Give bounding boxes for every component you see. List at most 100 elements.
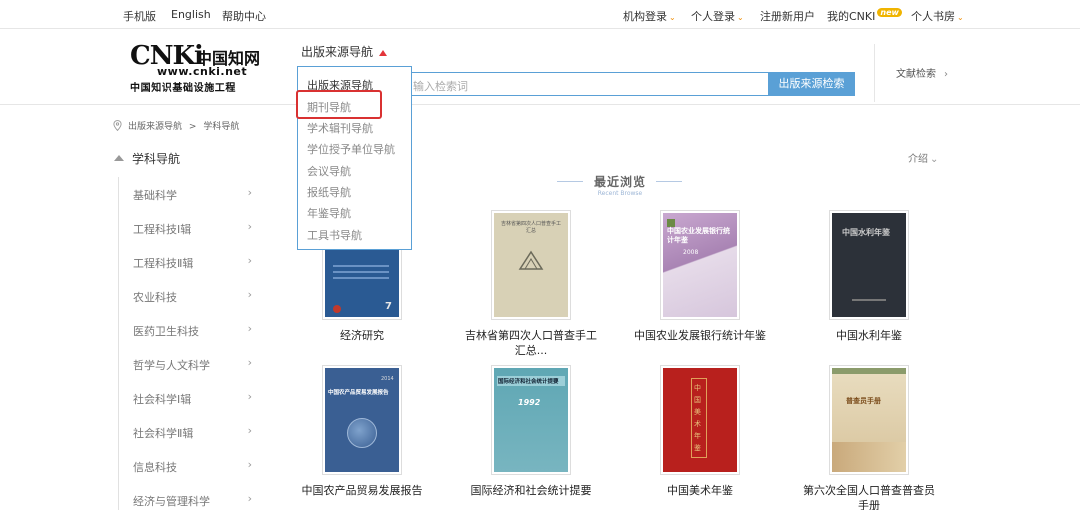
cover-text: 中国农产品贸易发展报告 bbox=[328, 390, 389, 396]
sidebar-item-humanities[interactable]: 哲学与人文科学 › bbox=[133, 356, 258, 373]
chevron-down-icon: ⌄ bbox=[930, 154, 939, 165]
book-title[interactable]: 国际经济和社会统计提要 bbox=[461, 483, 601, 498]
book-cover[interactable]: 2014 中国农产品贸易发展报告 bbox=[322, 365, 402, 475]
cover-text: 吉林省第四次人口普查手工汇总 bbox=[500, 221, 561, 234]
search-button[interactable]: 出版来源检索 bbox=[768, 72, 855, 96]
book-title[interactable]: 中国农产品贸易发展报告 bbox=[292, 483, 432, 498]
source-nav-label: 出版来源导航 bbox=[301, 45, 374, 59]
chevron-right-icon: › bbox=[247, 254, 252, 267]
sidebar-item-social-1[interactable]: 社会科学Ⅰ辑 › bbox=[133, 390, 258, 407]
book-title[interactable]: 中国水利年鉴 bbox=[799, 328, 939, 343]
sidebar-item-label: 工程科技Ⅰ辑 bbox=[133, 223, 192, 236]
book-title[interactable]: 吉林省第四次人口普查手工汇总... bbox=[461, 328, 601, 358]
dropdown-item-yearbook[interactable]: 年鉴导航 bbox=[307, 205, 351, 221]
sidebar-item-label: 基础科学 bbox=[133, 189, 177, 202]
dropdown-item-newspaper[interactable]: 报纸导航 bbox=[307, 184, 351, 200]
help-link[interactable]: 帮助中心 bbox=[222, 8, 266, 24]
cover-text: 普查员手册 bbox=[846, 397, 881, 405]
sidebar-item-label: 哲学与人文科学 bbox=[133, 359, 210, 372]
cover-year: 2008 bbox=[683, 249, 699, 256]
sidebar-item-economics[interactable]: 经济与管理科学 › bbox=[133, 492, 258, 509]
cover-year: 2014 bbox=[381, 376, 394, 382]
dropdown-item-reference[interactable]: 工具书导航 bbox=[307, 227, 362, 243]
dropdown-item-degree[interactable]: 学位授予单位导航 bbox=[307, 141, 395, 157]
chevron-down-icon: ⌄ bbox=[669, 13, 676, 22]
book-title[interactable]: 中国美术年鉴 bbox=[630, 483, 770, 498]
mobile-link[interactable]: 手机版 bbox=[123, 8, 156, 24]
title-line-right bbox=[656, 181, 682, 182]
study-menu[interactable]: 个人书房 ⌄ bbox=[911, 8, 964, 24]
sidebar-item-basic-science[interactable]: 基础科学 › bbox=[133, 186, 258, 203]
my-cnki-label: 我的CNKI bbox=[827, 10, 876, 23]
book-title[interactable]: 中国农业发展银行统计年鉴 bbox=[630, 328, 770, 343]
sidebar-item-engineering-1[interactable]: 工程科技Ⅰ辑 › bbox=[133, 220, 258, 237]
sidebar-item-information[interactable]: 信息科技 › bbox=[133, 458, 258, 475]
chevron-right-icon: › bbox=[247, 186, 252, 199]
sidebar-item-label: 医药卫生科技 bbox=[133, 325, 199, 338]
recent-title: 最近浏览 bbox=[593, 175, 646, 189]
cover-art: 2014 中国农产品贸易发展报告 bbox=[325, 368, 399, 472]
caret-up-icon bbox=[379, 49, 388, 56]
cover-year: 1992 bbox=[518, 398, 541, 407]
breadcrumb-current: 学科导航 bbox=[203, 122, 240, 132]
chevron-right-icon: › bbox=[247, 356, 252, 369]
book-cover[interactable]: 吉林省第四次人口普查手工汇总 bbox=[491, 210, 571, 320]
sidebar-item-medicine[interactable]: 医药卫生科技 › bbox=[133, 322, 258, 339]
top-bar: 手机版 English 帮助中心 机构登录 ⌄ 个人登录 ⌄ 注册新用户 我的CNK… bbox=[0, 0, 1080, 29]
logo-slogan: 中国知识基础设施工程 bbox=[130, 83, 236, 94]
sidebar-item-agriculture[interactable]: 农业科技 › bbox=[133, 288, 258, 305]
english-link[interactable]: English bbox=[171, 8, 211, 21]
chevron-right-icon: › bbox=[247, 424, 252, 437]
sidebar-title-label: 学科导航 bbox=[132, 152, 181, 166]
cover-text: 中国水利年鉴 bbox=[842, 228, 890, 237]
logo-url: www.cnki.net bbox=[157, 65, 248, 78]
book-title[interactable]: 第六次全国人口普查普查员手册 bbox=[799, 483, 939, 510]
book-cover[interactable]: 国际经济和社会统计提要 1992 bbox=[491, 365, 571, 475]
register-link[interactable]: 注册新用户 bbox=[760, 8, 815, 24]
literature-search-link[interactable]: 文献检索 › bbox=[896, 65, 948, 80]
breadcrumb-root[interactable]: 出版来源导航 bbox=[128, 122, 182, 132]
personal-login-menu[interactable]: 个人登录 ⌄ bbox=[691, 8, 744, 24]
sidebar-title[interactable]: 学科导航 bbox=[114, 150, 180, 167]
dropdown-item-conference[interactable]: 会议导航 bbox=[307, 163, 351, 179]
my-cnki-link[interactable]: 我的CNKI new bbox=[827, 8, 902, 24]
intro-toggle[interactable]: 介绍 ⌄ bbox=[908, 150, 938, 165]
sidebar-item-label: 社会科学Ⅱ辑 bbox=[133, 427, 194, 440]
cover-text: 中国农业发展银行统计年鉴 bbox=[667, 227, 730, 244]
sidebar-item-label: 社会科学Ⅰ辑 bbox=[133, 393, 192, 406]
sidebar-item-social-2[interactable]: 社会科学Ⅱ辑 › bbox=[133, 424, 258, 441]
cover-art: 中国美术年鉴 bbox=[663, 368, 737, 472]
cover-text: 中国美术年鉴 bbox=[694, 384, 701, 452]
chevron-right-icon: › bbox=[247, 220, 252, 233]
book-cover[interactable]: 中国美术年鉴 bbox=[660, 365, 740, 475]
sidebar-item-label: 经济与管理科学 bbox=[133, 495, 210, 508]
cover-art: 国际经济和社会统计提要 1992 bbox=[494, 368, 568, 472]
sidebar-line bbox=[118, 177, 119, 510]
sidebar-item-engineering-2[interactable]: 工程科技Ⅱ辑 › bbox=[133, 254, 258, 271]
chevron-right-icon: › bbox=[247, 288, 252, 301]
cnki-logo[interactable]: CNKi 中国知网 www.cnki.net 中国知识基础设施工程 bbox=[130, 41, 260, 94]
org-login-menu[interactable]: 机构登录 ⌄ bbox=[623, 8, 676, 24]
search-input[interactable]: 输入检索词 bbox=[411, 72, 768, 96]
sidebar-item-label: 信息科技 bbox=[133, 461, 177, 474]
location-pin-icon bbox=[113, 120, 122, 131]
book-cover[interactable]: 中国水利年鉴 bbox=[829, 210, 909, 320]
chevron-right-icon: › bbox=[247, 492, 252, 505]
breadcrumb-sep: > bbox=[188, 122, 197, 132]
literature-search-label: 文献检索 bbox=[896, 69, 936, 80]
chevron-down-icon: ⌄ bbox=[957, 13, 964, 22]
chevron-right-icon: › bbox=[944, 69, 948, 80]
book-title[interactable]: 经济研究 bbox=[292, 328, 432, 343]
book-cover[interactable]: 普查员手册 bbox=[829, 365, 909, 475]
cover-art: 中国水利年鉴 bbox=[832, 213, 906, 317]
chevron-right-icon: › bbox=[247, 458, 252, 471]
cover-art: 中国农业发展银行统计年鉴 2008 bbox=[663, 213, 737, 317]
book-cover[interactable]: 中国农业发展银行统计年鉴 2008 bbox=[660, 210, 740, 320]
divider bbox=[874, 44, 875, 102]
source-nav-select[interactable]: 出版来源导航 bbox=[301, 43, 388, 60]
emblem-icon bbox=[518, 250, 544, 270]
cover-art: 普查员手册 bbox=[832, 368, 906, 472]
dropdown-item-collection[interactable]: 学术辑刊导航 bbox=[307, 120, 373, 136]
chevron-right-icon: › bbox=[247, 322, 252, 335]
highlight-box bbox=[296, 90, 382, 119]
